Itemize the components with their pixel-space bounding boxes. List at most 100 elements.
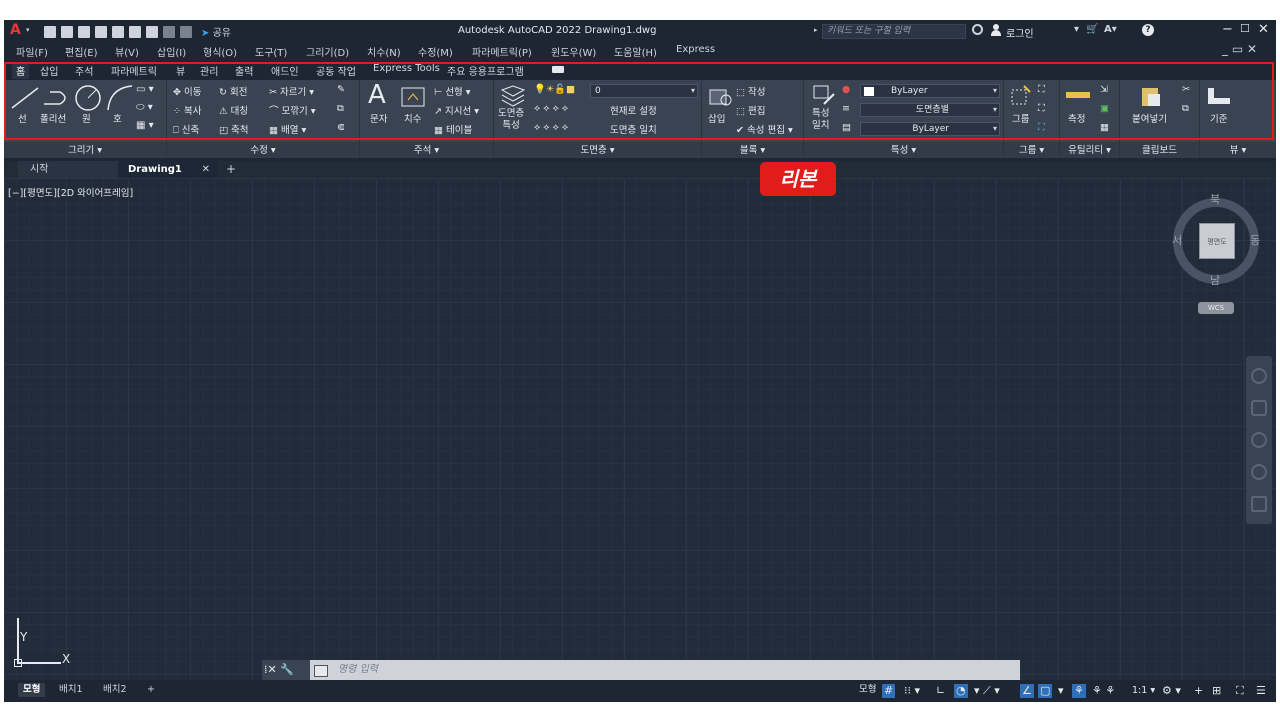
menu-item-dimension[interactable]: 치수(N): [367, 44, 401, 59]
showmotion-icon[interactable]: [1251, 496, 1267, 512]
osnap-dropdown-icon[interactable]: ▾: [1058, 684, 1064, 698]
user-icon[interactable]: [991, 24, 1001, 36]
menu-item-insert[interactable]: 삽입(I): [157, 44, 186, 59]
text-icon[interactable]: A: [368, 80, 386, 110]
select-all-icon[interactable]: ▣: [1100, 103, 1109, 114]
menu-item-express[interactable]: Express: [676, 44, 715, 55]
viewcube-east[interactable]: 동: [1250, 232, 1260, 248]
ungroup-icon[interactable]: ⛶: [1038, 84, 1045, 95]
tab-output[interactable]: 출력: [235, 63, 253, 78]
match-properties-button[interactable]: 특성 일치: [812, 108, 829, 132]
steering-wheel-icon[interactable]: [1251, 368, 1267, 384]
menu-item-file[interactable]: 파일(F): [16, 44, 48, 59]
panel-properties-title[interactable]: 특성 ▾: [804, 142, 1003, 156]
offset-icon[interactable]: ⋐: [337, 122, 345, 133]
app-menu-chevron-icon[interactable]: ▾: [26, 26, 30, 34]
layer-dropdown[interactable]: 0: [590, 84, 698, 98]
edit-block-button[interactable]: ⬚ 편집: [736, 103, 766, 117]
grid-icon[interactable]: #: [882, 684, 896, 698]
save-as-icon[interactable]: [95, 25, 107, 38]
menu-item-help[interactable]: 도움말(H): [614, 44, 657, 59]
table-button[interactable]: ▦ 테이블: [434, 122, 472, 136]
arc-button[interactable]: 호: [113, 111, 122, 125]
fullscreen-icon[interactable]: ⛶: [1236, 684, 1244, 698]
array-button[interactable]: ▦ 배열 ▾: [269, 122, 306, 136]
plot-icon[interactable]: [146, 25, 158, 38]
model-space-button[interactable]: 모형: [854, 683, 881, 697]
set-current-button[interactable]: 현재로 설정: [610, 103, 657, 117]
dimension-button[interactable]: 치수: [404, 111, 421, 125]
linetype-dropdown[interactable]: 도면층별: [860, 103, 1000, 117]
hatch-icon[interactable]: ▦ ▾: [136, 120, 154, 131]
lineweight-icon[interactable]: ▤: [842, 122, 851, 133]
new-file-icon[interactable]: [44, 25, 56, 38]
viewcube-south[interactable]: 남: [1210, 272, 1220, 288]
autodesk-app-icon[interactable]: A▾: [1104, 24, 1117, 35]
explode-icon[interactable]: ⧉: [337, 103, 344, 114]
tab-featured-apps[interactable]: 주요 응용프로그램: [447, 63, 524, 78]
tab-annotate[interactable]: 주석: [75, 63, 93, 78]
polyline-button[interactable]: 폴리선: [40, 111, 66, 125]
fillet-button[interactable]: ⌒ 모깎기 ▾: [269, 103, 316, 117]
menu-item-format[interactable]: 형식(O): [203, 44, 237, 59]
drawing-canvas[interactable]: [−][평면도][2D 와이어프레임] 평면도 북 남 동 서 WCS Y X: [4, 178, 1276, 680]
osnap-tracking-icon[interactable]: ∠: [1020, 684, 1034, 698]
ellipse-icon[interactable]: ⬭ ▾: [136, 102, 153, 113]
trim-button[interactable]: ✂ 자르기 ▾: [269, 84, 314, 98]
move-button[interactable]: ✥ 이동: [173, 84, 201, 98]
base-view-icon[interactable]: [1206, 86, 1232, 106]
workspace-gear-icon[interactable]: ⚙ ▾: [1162, 684, 1181, 698]
search-input[interactable]: 키워드 또는 구절 입력: [822, 24, 966, 39]
osnap-icon[interactable]: ▢: [1038, 684, 1053, 698]
menu-item-draw[interactable]: 그리기(D): [306, 44, 349, 59]
edit-attributes-button[interactable]: ✔ 속성 편집 ▾: [736, 122, 793, 136]
rotate-button[interactable]: ↻ 회전: [219, 84, 247, 98]
panel-view-title[interactable]: 뷰 ▾: [1200, 142, 1276, 156]
help-icon[interactable]: ?: [1142, 24, 1154, 36]
color-dropdown[interactable]: ByLayer: [860, 84, 1000, 98]
annotation-monitor-icon[interactable]: +: [1194, 684, 1203, 698]
wcs-menu[interactable]: WCS: [1198, 302, 1234, 314]
search-expand-icon[interactable]: ▸: [814, 26, 818, 34]
close-tab-icon[interactable]: ✕: [202, 161, 210, 178]
dimension-icon[interactable]: [400, 86, 426, 108]
add-tab-icon[interactable]: +: [226, 161, 236, 178]
line-icon[interactable]: [10, 86, 40, 110]
auto-scale-icon[interactable]: ⚘ ⚘: [1092, 684, 1115, 698]
create-block-button[interactable]: ⬚ 작성: [736, 84, 766, 98]
close-icon[interactable]: ✕: [1258, 22, 1269, 37]
measure-icon[interactable]: [1066, 92, 1090, 98]
panel-layers-title[interactable]: 도면층 ▾: [494, 142, 701, 156]
panel-utilities-title[interactable]: 유틸리티 ▾: [1060, 142, 1119, 156]
save-icon[interactable]: [78, 25, 90, 38]
viewcube-north[interactable]: 북: [1210, 191, 1220, 207]
circle-button[interactable]: 원: [82, 111, 91, 125]
menu-item-window[interactable]: 윈도우(W): [551, 44, 596, 59]
search-icon[interactable]: [972, 24, 983, 35]
dropdown-icon[interactable]: ▾: [1074, 24, 1079, 35]
menu-item-view[interactable]: 뷰(V): [115, 44, 139, 59]
layout-tab-model[interactable]: 모형: [18, 683, 46, 697]
layout-tab-1[interactable]: 배치1: [54, 683, 88, 697]
tab-start[interactable]: 시작: [18, 161, 118, 178]
erase-icon[interactable]: ✎: [337, 84, 345, 95]
autocad-logo-icon[interactable]: A: [10, 23, 21, 37]
paste-icon[interactable]: [1140, 84, 1162, 108]
menu-item-edit[interactable]: 편집(E): [65, 44, 98, 59]
line-button[interactable]: 선: [18, 111, 27, 125]
layer-properties-button[interactable]: 도면층 특성: [498, 108, 524, 132]
paste-button[interactable]: 붙여넣기: [1132, 111, 1167, 125]
tab-view[interactable]: 뷰: [176, 63, 185, 78]
doc-minimize-icon[interactable]: _ ▭ ✕: [1222, 42, 1257, 56]
group-select-icon[interactable]: ⛶: [1038, 122, 1045, 133]
mirror-button[interactable]: ⚠ 대칭: [219, 103, 248, 117]
menu-item-parametric[interactable]: 파라메트릭(P): [472, 44, 532, 59]
tab-manage[interactable]: 관리: [200, 63, 218, 78]
tab-home[interactable]: 홈: [12, 62, 30, 79]
group-edit-icon[interactable]: ⛶: [1038, 103, 1045, 114]
cart-icon[interactable]: 🛒: [1086, 24, 1098, 35]
menu-item-tools[interactable]: 도구(T): [255, 44, 287, 59]
redo-icon[interactable]: [180, 25, 192, 38]
quick-select-icon[interactable]: ⇲: [1100, 84, 1108, 95]
undo-icon[interactable]: [163, 25, 175, 38]
